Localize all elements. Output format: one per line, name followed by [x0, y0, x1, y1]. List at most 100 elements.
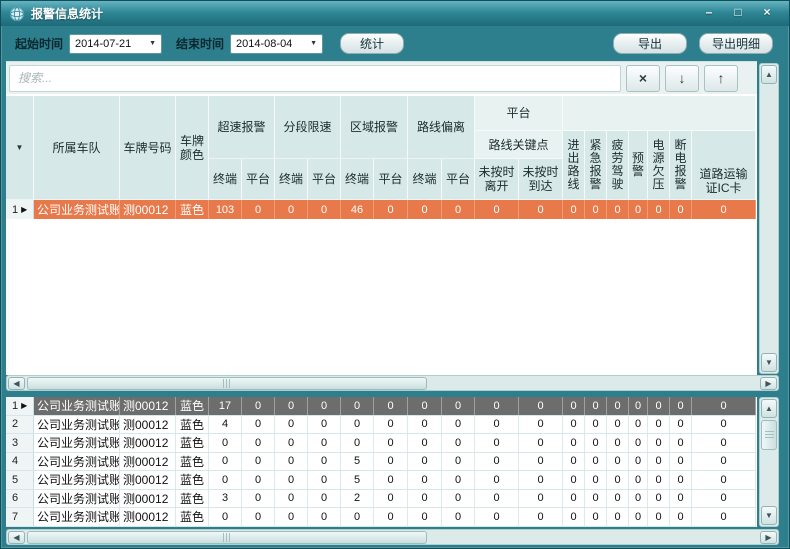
find-prev-icon[interactable]: ↑	[704, 65, 738, 92]
cell-plate-color: 蓝色	[176, 397, 209, 415]
header-not-arrive[interactable]: 未按时到达	[519, 159, 563, 200]
header-fatigue[interactable]: 疲劳驾驶	[607, 131, 629, 200]
header-fleet[interactable]: 所属车队	[34, 96, 120, 200]
toolbar: 起始时间 2014-07-21 ▼ 结束时间 2014-08-04 ▼ 统计 导…	[4, 27, 786, 60]
table-row[interactable]: 2 公司业务测试账号 测00012 蓝色 40000000000000000	[6, 416, 756, 435]
top-table-horizontal-scrollbar[interactable]: ◀ ▶	[6, 375, 779, 391]
scrollbar-thumb[interactable]	[761, 420, 777, 450]
filter-dropdown-icon[interactable]: ▼	[16, 141, 24, 155]
end-date-value: 2014-08-04	[236, 38, 292, 50]
start-date-value: 2014-07-21	[75, 38, 131, 50]
header-segment-limit-group[interactable]: 分段限速	[275, 96, 341, 159]
cell-value: 0	[242, 397, 275, 415]
thumb-grip	[223, 379, 232, 388]
cell-value: 103	[209, 200, 242, 219]
cell-value: 0	[275, 200, 308, 219]
cell-value: 0	[308, 200, 341, 219]
maximize-icon[interactable]: □	[730, 4, 746, 20]
scroll-down-icon[interactable]: ▼	[761, 506, 777, 525]
cell-value: 0	[209, 453, 242, 471]
cell-value: 0	[242, 416, 275, 434]
detail-table-vertical-scrollbar[interactable]: ▲ ▼	[759, 397, 779, 527]
statistics-button[interactable]: 统计	[340, 33, 404, 54]
header-platform[interactable]: 平台	[308, 159, 341, 200]
scroll-down-icon[interactable]: ▼	[761, 353, 777, 372]
search-input[interactable]	[9, 65, 621, 92]
cell-fleet: 公司业务测试账号	[34, 200, 120, 219]
cell-value: 0	[692, 453, 756, 471]
cell-value: 0	[275, 490, 308, 508]
header-route-deviation-group[interactable]: 路线偏离	[408, 96, 475, 159]
header-plate-color[interactable]: 车牌颜色	[176, 96, 209, 200]
cell-value: 0	[648, 471, 670, 489]
selected-row-marker-icon: ▶	[21, 205, 27, 214]
header-power-cut[interactable]: 断电报警	[670, 131, 692, 200]
table-row[interactable]: 6 公司业务测试账号 测00012 蓝色 30002000000000000	[6, 490, 756, 509]
cell-value: 0	[607, 471, 629, 489]
scroll-right-icon[interactable]: ▶	[760, 531, 777, 544]
header-in-out-route[interactable]: 进出路线	[563, 131, 585, 200]
header-platform-group[interactable]: 平台	[475, 96, 563, 131]
header-area-alarm-group[interactable]: 区域报警	[341, 96, 408, 159]
export-button[interactable]: 导出	[613, 33, 687, 54]
header-speeding-group[interactable]: 超速报警	[209, 96, 275, 159]
header-platform[interactable]: 平台	[374, 159, 408, 200]
table-row[interactable]: 1▶ 公司业务测试账号 测00012 蓝色 103000460000000000…	[6, 200, 756, 219]
alarm-statistics-window: 报警信息统计 – □ × 起始时间 2014-07-21 ▼ 结束时间 2014…	[0, 0, 790, 549]
header-route-key-points[interactable]: 路线关键点	[475, 131, 563, 159]
detail-table-horizontal-scrollbar[interactable]: ◀ ▶	[6, 529, 779, 545]
top-table-vertical-scrollbar[interactable]: ▲ ▼	[759, 63, 779, 374]
header-platform[interactable]: 平台	[242, 159, 275, 200]
minimize-icon[interactable]: –	[701, 4, 717, 20]
cell-value: 0	[209, 471, 242, 489]
chevron-down-icon[interactable]: ▼	[310, 40, 317, 47]
cell-value: 0	[374, 434, 408, 452]
chevron-down-icon[interactable]: ▼	[149, 40, 156, 47]
table-row[interactable]: 1▶ 公司业务测试账号 测00012 蓝色 170000000000000000	[6, 397, 756, 416]
cell-plate: 测00012	[120, 416, 176, 434]
summary-table-body: 1▶ 公司业务测试账号 测00012 蓝色 103000460000000000…	[6, 200, 757, 219]
cell-value: 0	[629, 453, 648, 471]
scroll-left-icon[interactable]: ◀	[8, 531, 25, 544]
header-filter-cell[interactable]: ▼	[6, 96, 34, 200]
scroll-right-icon[interactable]: ▶	[760, 377, 777, 390]
scrollbar-thumb[interactable]	[27, 377, 427, 390]
header-ic-card[interactable]: 道路运输证IC卡	[692, 131, 756, 200]
cell-value: 0	[629, 416, 648, 434]
end-date-field[interactable]: 2014-08-04 ▼	[230, 34, 323, 54]
header-under-voltage[interactable]: 电源欠压	[648, 131, 670, 200]
header-terminal[interactable]: 终端	[408, 159, 442, 200]
cell-value: 0	[475, 471, 519, 489]
close-icon[interactable]: ×	[759, 4, 775, 20]
cell-value: 0	[629, 508, 648, 526]
scroll-left-icon[interactable]: ◀	[8, 377, 25, 390]
export-detail-button[interactable]: 导出明细	[699, 33, 773, 54]
table-row[interactable]: 3 公司业务测试账号 测00012 蓝色 00000000000000000	[6, 434, 756, 453]
scroll-up-icon[interactable]: ▲	[761, 399, 777, 418]
row-number-cell: 7	[6, 508, 34, 526]
cell-value: 0	[692, 434, 756, 452]
header-platform[interactable]: 平台	[442, 159, 475, 200]
cell-fleet: 公司业务测试账号	[34, 471, 120, 489]
header-emergency[interactable]: 紧急报警	[585, 131, 607, 200]
cell-value: 0	[275, 471, 308, 489]
header-plate[interactable]: 车牌号码	[120, 96, 176, 200]
cell-value: 0	[374, 200, 408, 219]
header-pre-warning[interactable]: 预警	[629, 131, 648, 200]
find-next-icon[interactable]: ↓	[665, 65, 699, 92]
table-row[interactable]: 5 公司业务测试账号 测00012 蓝色 00005000000000000	[6, 471, 756, 490]
scrollbar-thumb[interactable]	[27, 531, 427, 544]
cell-value: 0	[692, 200, 756, 219]
header-terminal[interactable]: 终端	[209, 159, 242, 200]
table-row[interactable]: 4 公司业务测试账号 测00012 蓝色 00005000000000000	[6, 453, 756, 472]
header-not-leave[interactable]: 未按时离开	[475, 159, 519, 200]
clear-search-icon[interactable]: ×	[626, 65, 660, 92]
header-terminal[interactable]: 终端	[341, 159, 374, 200]
scroll-up-icon[interactable]: ▲	[761, 65, 777, 84]
header-terminal[interactable]: 终端	[275, 159, 308, 200]
cell-value: 0	[519, 397, 563, 415]
start-date-field[interactable]: 2014-07-21 ▼	[69, 34, 162, 54]
table-row[interactable]: 7 公司业务测试账号 测00012 蓝色 00000000000000000	[6, 508, 756, 527]
cell-value: 0	[563, 490, 585, 508]
cell-value: 0	[519, 471, 563, 489]
